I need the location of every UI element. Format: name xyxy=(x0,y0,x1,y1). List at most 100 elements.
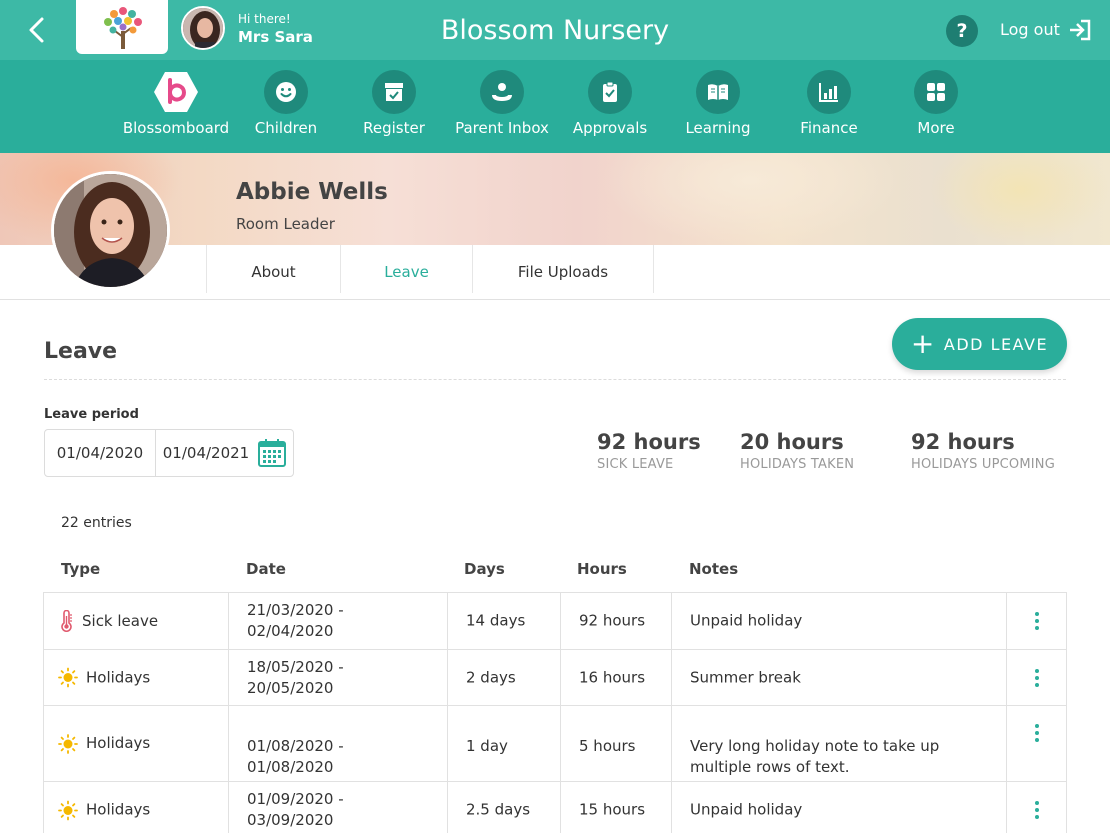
logout-icon xyxy=(1069,19,1091,41)
leave-notes: Unpaid holiday xyxy=(690,611,803,630)
inbox-icon xyxy=(492,83,512,101)
leave-notes: Unpaid holiday xyxy=(690,800,803,819)
column-header-days: Days xyxy=(464,560,505,578)
leave-type: Holidays xyxy=(86,734,151,752)
table-row[interactable]: Sick leave 21/03/2020 - 02/04/2020 14 da… xyxy=(43,593,1067,650)
leave-hours: 5 hours xyxy=(579,737,636,755)
leave-type: Sick leave xyxy=(82,611,159,630)
thermometer-icon xyxy=(61,610,72,632)
plus-icon: + xyxy=(910,327,936,360)
stat-holidays-taken: 20 hours HOLIDAYS TAKEN xyxy=(740,428,854,474)
nav-item-approvals[interactable]: Approvals xyxy=(555,70,665,137)
nav-label: Approvals xyxy=(572,119,648,137)
stat-value: 92 hours xyxy=(597,430,701,454)
leave-notes: Very long holiday note to take up multip… xyxy=(690,737,940,776)
column-header-date: Date xyxy=(246,560,286,578)
leave-hours: 15 hours xyxy=(579,800,646,819)
entries-count: 22 entries xyxy=(61,515,132,531)
logout-label: Log out xyxy=(1000,20,1060,39)
leave-date: 21/03/2020 - 02/04/2020 xyxy=(247,601,344,640)
clipboard-check-icon xyxy=(603,81,617,102)
nav-item-register[interactable]: Register xyxy=(339,70,449,137)
help-button[interactable]: ? xyxy=(946,15,978,47)
stat-value: 20 hours xyxy=(740,430,844,454)
leave-hours: 92 hours xyxy=(579,611,646,630)
nav-label: Register xyxy=(363,119,425,137)
profile-name: Abbie Wells xyxy=(236,179,388,205)
leave-hours: 16 hours xyxy=(579,668,646,686)
user-avatar[interactable] xyxy=(181,6,225,50)
help-icon: ? xyxy=(956,20,968,42)
leave-date: 18/05/2020 - 20/05/2020 xyxy=(247,657,344,697)
nav-item-children[interactable]: Children xyxy=(231,70,341,137)
profile-role: Room Leader xyxy=(236,215,335,233)
app-title: Blossom Nursery xyxy=(440,15,670,46)
leave-table: Sick leave 21/03/2020 - 02/04/2020 14 da… xyxy=(43,592,1067,833)
nav-label: Children xyxy=(254,119,318,137)
table-row[interactable]: Holidays 01/09/2020 - 03/09/2020 2.5 day… xyxy=(43,782,1067,833)
sun-icon xyxy=(58,800,78,820)
stat-holidays-upcoming: 92 hours HOLIDAYS UPCOMING xyxy=(911,428,1055,474)
nav-label: Blossomboard xyxy=(122,119,230,137)
period-to-input[interactable]: 01/04/2021 xyxy=(156,430,256,476)
stat-sick-leave: 92 hours SICK LEAVE xyxy=(597,428,701,474)
leave-days: 2 days xyxy=(466,668,516,686)
nav-item-parent-inbox[interactable]: Parent Inbox xyxy=(447,70,557,137)
kebab-menu-icon[interactable] xyxy=(1034,612,1039,630)
stat-value: 92 hours xyxy=(911,430,1015,454)
leave-days: 14 days xyxy=(466,611,526,630)
leave-notes: Summer break xyxy=(690,668,801,686)
logout-button[interactable]: Log out xyxy=(1000,19,1092,41)
smiley-icon xyxy=(276,82,296,102)
leave-type: Holidays xyxy=(86,668,151,686)
stat-label: SICK LEAVE xyxy=(597,457,674,472)
kebab-menu-icon[interactable] xyxy=(1034,724,1039,742)
stat-label: HOLIDAYS UPCOMING xyxy=(911,457,1055,472)
leave-type: Holidays xyxy=(86,800,151,819)
main-nav: Blossomboard Children Register Parent In… xyxy=(0,60,1110,153)
section-title: Leave xyxy=(44,339,118,364)
column-header-notes: Notes xyxy=(689,560,739,578)
kebab-menu-icon[interactable] xyxy=(1034,801,1039,819)
nav-label: Finance xyxy=(800,119,858,137)
leave-date: 01/08/2020 - 01/08/2020 xyxy=(247,737,344,776)
nursery-logo[interactable] xyxy=(76,0,168,54)
top-bar: Hi there! Mrs Sara Blossom Nursery ? Log… xyxy=(0,0,1110,60)
sun-icon xyxy=(58,667,78,688)
greeting-text: Hi there! xyxy=(238,12,291,26)
tab-file-uploads[interactable]: File Uploads xyxy=(473,245,654,293)
nav-item-learning[interactable]: Learning xyxy=(663,70,773,137)
column-header-type: Type xyxy=(61,560,101,578)
grid-icon xyxy=(927,83,945,101)
tree-logo-icon xyxy=(104,7,142,49)
book-icon xyxy=(708,84,728,100)
back-button[interactable] xyxy=(22,14,54,46)
nav-label: Learning xyxy=(685,119,751,137)
blossom-logo-icon xyxy=(154,72,198,112)
tab-leave[interactable]: Leave xyxy=(341,245,473,293)
finance-chart-icon xyxy=(819,83,838,102)
column-header-hours: Hours xyxy=(577,560,627,578)
add-leave-button[interactable]: + ADD LEAVE xyxy=(892,318,1067,370)
nav-item-more[interactable]: More xyxy=(881,70,991,137)
nav-item-finance[interactable]: Finance xyxy=(774,70,884,137)
leave-days: 1 day xyxy=(466,737,508,755)
calendar-icon[interactable] xyxy=(257,438,287,468)
nav-item-blossomboard[interactable]: Blossomboard xyxy=(121,70,231,137)
leave-days: 2.5 days xyxy=(466,800,531,819)
kebab-menu-icon[interactable] xyxy=(1034,668,1039,687)
user-name: Mrs Sara xyxy=(238,28,313,46)
nav-label: Parent Inbox xyxy=(455,119,549,137)
register-check-icon xyxy=(385,83,403,101)
table-row[interactable]: Holidays 18/05/2020 - 20/05/2020 2 days … xyxy=(43,650,1067,706)
period-from-input[interactable]: 01/04/2020 xyxy=(45,430,156,476)
table-row[interactable]: Holidays 01/08/2020 - 01/08/2020 1 day 5… xyxy=(43,706,1067,782)
leave-period-picker: 01/04/2020 01/04/2021 xyxy=(44,429,294,477)
profile-tabs: About Leave File Uploads xyxy=(0,245,1110,300)
stat-label: HOLIDAYS TAKEN xyxy=(740,457,855,472)
nav-label: More xyxy=(917,119,955,137)
leave-period-label: Leave period xyxy=(44,407,139,422)
section-divider xyxy=(44,379,1066,380)
sun-icon xyxy=(58,733,78,754)
tab-about[interactable]: About xyxy=(206,245,341,293)
